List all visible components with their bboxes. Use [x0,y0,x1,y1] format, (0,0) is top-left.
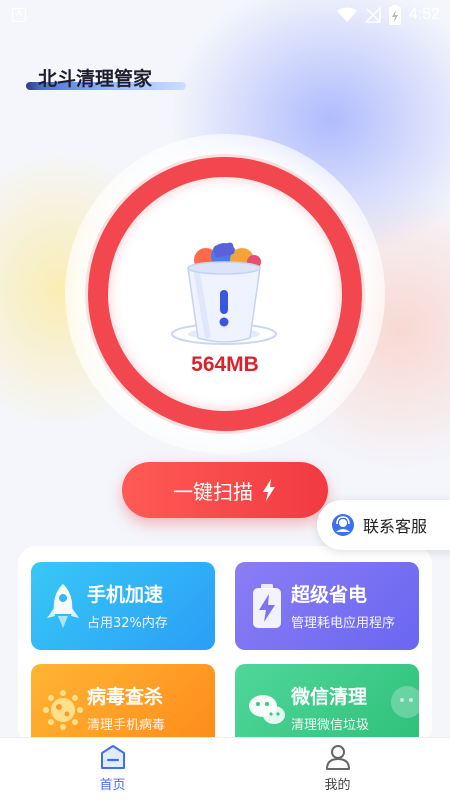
status-time: 4:52 [408,6,440,23]
card-subtitle: 清理微信垃圾 [291,718,370,733]
card-title: 手机加速 [87,584,164,606]
nav-tab-profile[interactable]: 我的 [225,738,450,800]
lightning-icon [263,479,275,501]
wechat-icon [249,695,285,724]
nav-label-home: 首页 [99,778,126,793]
card-phone-speedup[interactable]: 手机加速 占用32%内存 [31,562,215,650]
card-subtitle: 管理耗电应用程序 [291,616,396,631]
nav-tab-home[interactable]: 首页 [0,738,225,800]
bottom-navigation: 首页 我的 [0,737,450,800]
rocket-icon [47,584,79,628]
virus-icon [43,690,83,730]
scan-button-label: 一键扫描 [173,479,253,504]
status-bar: A 4:52 [0,0,450,30]
card-title: 超级省电 [291,584,368,606]
card-power-saving[interactable]: 超级省电 管理耗电应用程序 [235,562,419,650]
headset-icon [332,514,354,536]
home-icon [100,745,125,769]
chat-bubble-decoration-icon [391,686,419,718]
app-title: 北斗清理管家 [38,68,153,90]
profile-icon [325,745,350,770]
notification-a-icon: A [12,8,26,22]
battery-icon [253,584,281,628]
card-title: 病毒查杀 [87,686,164,708]
card-subtitle: 占用32%内存 [87,616,168,631]
contact-support-button[interactable]: 联系客服 [317,500,450,550]
signal-off-icon [364,7,381,23]
card-subtitle: 清理手机病毒 [87,718,166,733]
wifi-icon [336,7,357,22]
card-title: 微信清理 [291,686,368,708]
one-key-scan-button[interactable]: 一键扫描 [122,462,328,518]
battery-charging-icon [388,5,401,25]
nav-label-profile: 我的 [324,778,351,793]
status-icons: 4:52 [336,5,440,25]
junk-size-label: 564MB [191,353,259,376]
contact-support-label: 联系客服 [363,517,428,536]
trash-bin-icon [171,242,277,345]
